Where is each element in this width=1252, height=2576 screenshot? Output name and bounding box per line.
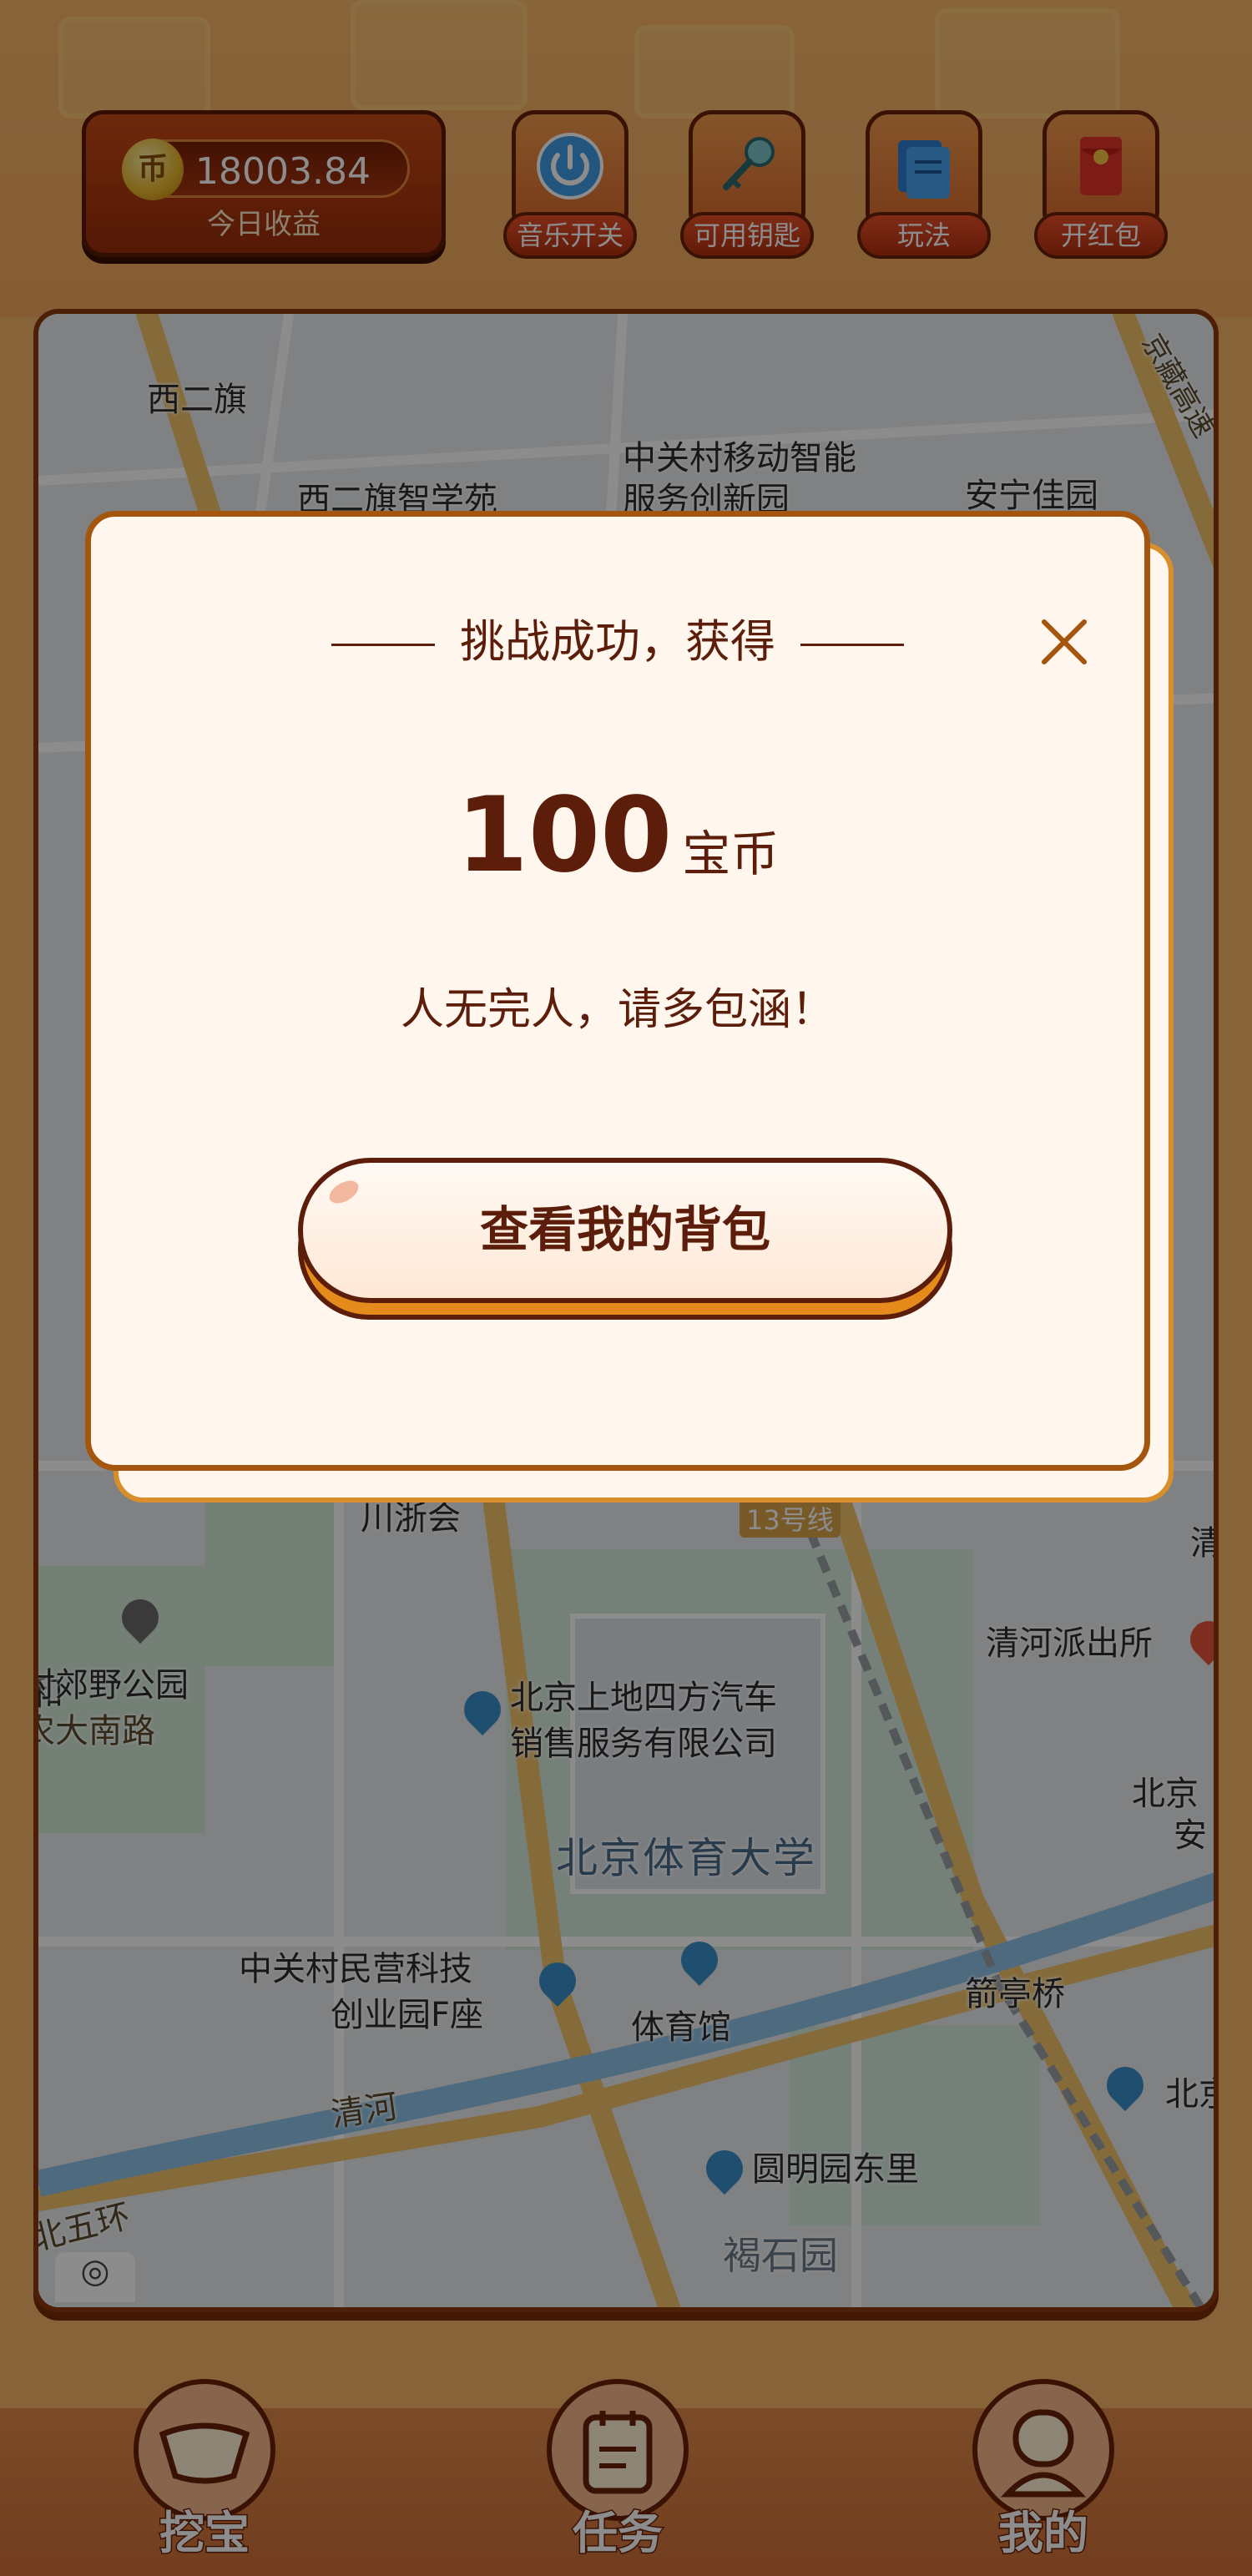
title-divider-right: [800, 643, 904, 646]
title-divider-left: [331, 643, 435, 646]
reward-unit: 宝币: [682, 826, 780, 882]
button-gloss: [326, 1175, 362, 1209]
reward-message: 人无完人，请多包涵！: [400, 985, 835, 1035]
modal-title: 挑战成功，获得: [460, 615, 775, 668]
modal-title-row: 挑战成功，获得: [91, 604, 1144, 670]
reward-amount: 100: [456, 775, 673, 896]
close-icon[interactable]: [1034, 613, 1093, 671]
reward-modal: 挑战成功，获得 100 宝币 人无完人，请多包涵！ 查看我的背包: [85, 511, 1150, 1471]
view-backpack-button-wrap: 查看我的背包: [298, 1158, 952, 1325]
view-backpack-label: 查看我的背包: [479, 1201, 770, 1258]
reward-row: 100 宝币: [91, 775, 1144, 896]
view-backpack-button[interactable]: 查看我的背包: [298, 1158, 952, 1303]
